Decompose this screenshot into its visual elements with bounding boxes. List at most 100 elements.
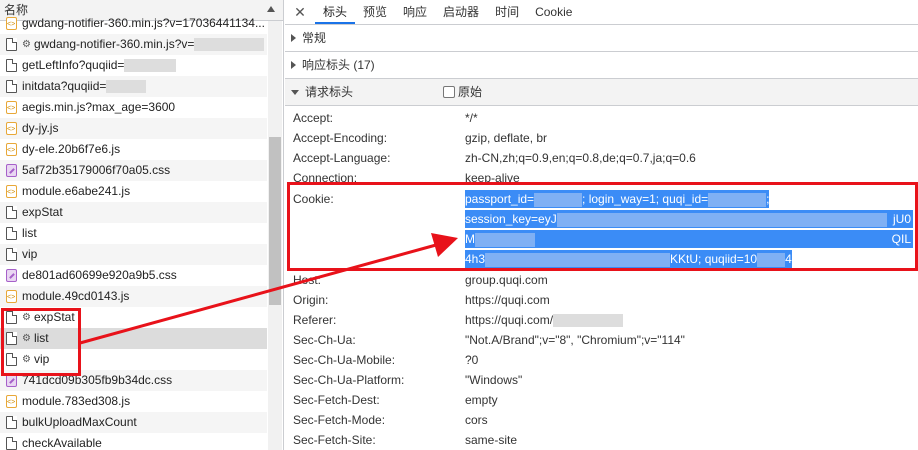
header-row: Sec-Ch-Ua-Mobile: ?0 — [285, 350, 918, 370]
request-row[interactable]: module.49cd0143.js — [0, 286, 267, 307]
header-row: Accept: */* — [285, 108, 918, 128]
section-request-headers[interactable]: 请求标头 原始 — [285, 79, 918, 106]
script-file-icon — [6, 182, 17, 202]
header-name: Sec-Ch-Ua-Mobile: — [293, 353, 396, 367]
raw-checkbox[interactable] — [443, 86, 456, 98]
section-response-headers[interactable]: 响应标头 (17) — [285, 52, 918, 79]
script-file-icon — [6, 14, 17, 34]
request-row[interactable]: ⚙ gwdang-notifier-360.min.js?v= — [0, 34, 267, 55]
collapse-arrow-icon — [291, 89, 299, 95]
document-file-icon — [6, 437, 17, 450]
details-tab-bar: ✕ 标头 预览 响应 启动器 时间 Cookie — [285, 0, 918, 25]
service-worker-gear-icon: ⚙ — [22, 39, 31, 50]
request-name: module.49cd0143.js — [22, 289, 130, 303]
requests-highlight-box — [1, 308, 81, 376]
tab-preview[interactable]: 预览 — [355, 0, 395, 24]
script-file-icon — [6, 287, 17, 307]
request-list-panel: 名称 gwdang-notifier-360.min.js?v=17036441… — [0, 0, 284, 450]
request-name: initdata?quqiid= — [22, 79, 107, 93]
header-row: Sec-Ch-Ua-Platform: "Windows" — [285, 370, 918, 390]
tab-initiator[interactable]: 启动器 — [435, 0, 487, 24]
header-row: Sec-Fetch-Site: same-site — [285, 430, 918, 450]
request-name: bulkUploadMaxCount — [22, 415, 137, 429]
request-row[interactable]: vip — [0, 244, 267, 265]
request-row[interactable]: dy-jy.js — [0, 118, 267, 139]
header-name: Sec-Fetch-Site: — [293, 433, 376, 447]
header-value: same-site — [465, 433, 518, 447]
script-file-icon — [6, 119, 17, 139]
request-row[interactable]: getLeftInfo?quqiid= — [0, 55, 267, 76]
scrollbar-thumb[interactable] — [269, 137, 281, 305]
document-file-icon — [6, 80, 17, 93]
document-file-icon — [6, 227, 17, 240]
expand-arrow-icon — [291, 34, 296, 42]
request-row[interactable]: checkAvailable — [0, 433, 267, 450]
close-icon[interactable]: ✕ — [285, 0, 315, 24]
request-row[interactable]: bulkUploadMaxCount — [0, 412, 267, 433]
header-name: Sec-Ch-Ua-Platform: — [293, 373, 405, 387]
request-name: module.e6abe241.js — [22, 184, 131, 198]
script-file-icon — [6, 392, 17, 412]
header-value: https://quqi.com/ — [465, 310, 624, 330]
request-list-scrollbar[interactable] — [268, 21, 282, 450]
request-row[interactable]: list — [0, 223, 267, 244]
tab-response[interactable]: 响应 — [395, 0, 435, 24]
request-name: 5af72b35179006f70a05.css — [22, 163, 171, 177]
header-name: Referer: — [293, 313, 337, 327]
stylesheet-file-icon — [6, 164, 17, 177]
document-file-icon — [6, 248, 17, 261]
raw-label: 原始 — [458, 85, 483, 99]
sort-arrow-icon[interactable] — [267, 6, 275, 12]
request-headers-list-continued: Host: group.quqi.com Origin: https://quq… — [285, 270, 918, 450]
tab-headers[interactable]: 标头 — [315, 0, 356, 24]
header-row: Accept-Encoding: gzip, deflate, br — [285, 128, 918, 148]
request-name: gwdang-notifier-360.min.js?v= — [33, 37, 195, 51]
request-row[interactable]: initdata?quqiid= — [0, 76, 267, 97]
header-row: Host: group.quqi.com — [285, 270, 918, 290]
script-file-icon — [6, 140, 17, 160]
request-name: aegis.min.js?max_age=3600 — [22, 100, 176, 114]
request-name: de801ad60699e920a9b5.css — [22, 268, 177, 282]
header-value: "Not.A/Brand";v="8", "Chromium";v="114" — [465, 333, 685, 347]
section-general[interactable]: 常规 — [285, 25, 918, 52]
script-file-icon — [6, 98, 17, 118]
request-row[interactable]: de801ad60699e920a9b5.css — [0, 265, 267, 286]
request-list: gwdang-notifier-360.min.js?v=17036441134… — [0, 13, 267, 450]
request-row[interactable]: dy-ele.20b6f7e6.js — [0, 139, 267, 160]
request-row[interactable]: module.e6abe241.js — [0, 181, 267, 202]
redacted-block — [106, 80, 147, 93]
header-name: Sec-Fetch-Dest: — [293, 393, 380, 407]
referer-value-text: https://quqi.com/ — [465, 313, 554, 327]
header-row: Referer: https://quqi.com/ — [285, 310, 918, 330]
request-name: vip — [22, 247, 38, 261]
header-row: Sec-Ch-Ua: "Not.A/Brand";v="8", "Chromiu… — [285, 330, 918, 350]
request-row[interactable]: expStat — [0, 202, 267, 223]
request-headers-list: Accept: */* Accept-Encoding: gzip, defla… — [285, 108, 918, 188]
redacted-block — [124, 59, 177, 72]
request-row[interactable]: aegis.min.js?max_age=3600 — [0, 97, 267, 118]
header-value: group.quqi.com — [465, 273, 548, 287]
document-file-icon — [6, 206, 17, 219]
header-value: */* — [465, 111, 478, 125]
header-value: gzip, deflate, br — [465, 131, 548, 145]
document-file-icon — [6, 38, 17, 51]
request-name: dy-jy.js — [22, 121, 59, 135]
raw-toggle[interactable]: 原始 — [443, 79, 482, 105]
header-value: cors — [465, 413, 488, 427]
request-name: list — [22, 226, 37, 240]
request-name: getLeftInfo?quqiid= — [22, 58, 125, 72]
header-row: Sec-Fetch-Dest: empty — [285, 390, 918, 410]
tab-cookies[interactable]: Cookie — [527, 0, 580, 24]
header-name: Host: — [293, 273, 322, 287]
header-name: Accept-Language: — [293, 151, 391, 165]
cookie-highlight-box — [287, 182, 918, 271]
request-row[interactable]: 5af72b35179006f70a05.css — [0, 160, 267, 181]
header-value: "Windows" — [465, 373, 523, 387]
request-row[interactable]: gwdang-notifier-360.min.js?v=17036441134… — [0, 13, 267, 34]
request-row[interactable]: module.783ed308.js — [0, 391, 267, 412]
section-general-label: 常规 — [302, 31, 327, 45]
header-row: Accept-Language: zh-CN,zh;q=0.9,en;q=0.8… — [285, 148, 918, 168]
header-name: Accept: — [293, 111, 334, 125]
tab-timing[interactable]: 时间 — [487, 0, 527, 24]
header-name: Sec-Ch-Ua: — [293, 333, 356, 347]
